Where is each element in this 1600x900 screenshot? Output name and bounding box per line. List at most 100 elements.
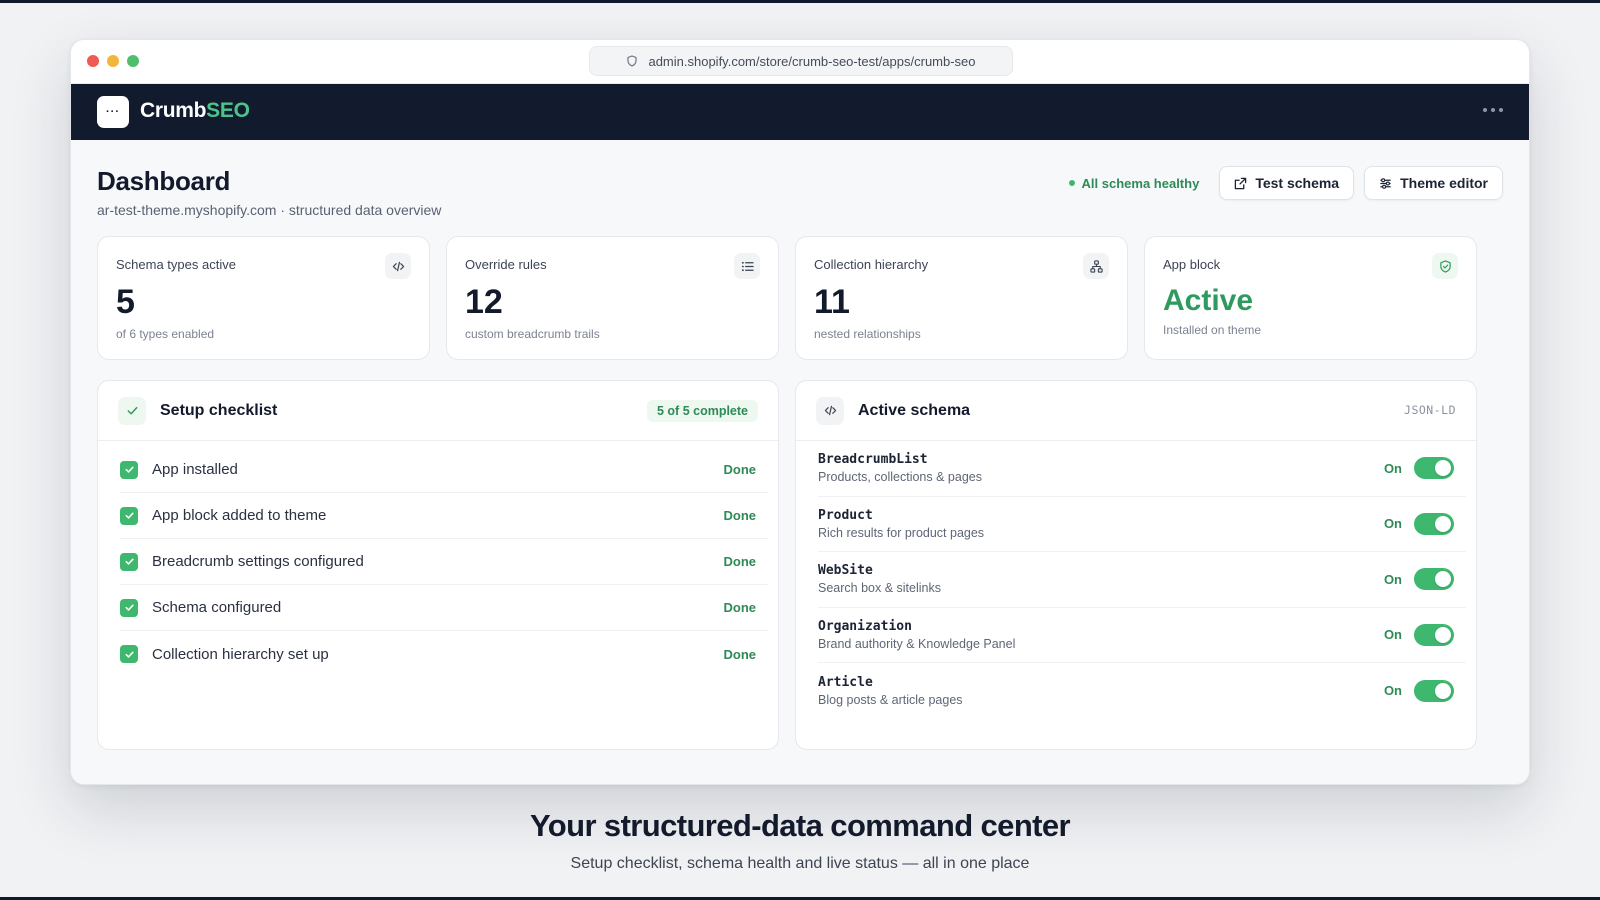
checklist-item-status: Done [723,554,757,569]
toggle-knob [1435,460,1451,477]
toggle-knob [1435,571,1451,588]
stat-label: App block [1163,257,1221,272]
theme-editor-button[interactable]: Theme editor [1364,166,1503,200]
brand-name: CrumbSEO [140,99,250,123]
url-text: admin.shopify.com/store/crumb-seo-test/a… [648,53,976,69]
stat-label: Schema types active [116,257,236,272]
stat-value: 11 [814,283,850,321]
checklist-item-status: Done [723,646,757,662]
test-schema-button[interactable]: Test schema [1219,166,1355,200]
schema-text: Article Blog posts & article pages [818,675,1384,707]
schema-row-website: WebSite Search box & sitelinks On [818,552,1466,608]
toggle-state-label: On [1383,516,1402,532]
checklist-title: Setup checklist [160,401,278,419]
schema-items: BreadcrumbList Products, collections & p… [796,441,1476,719]
schema-row-article: Article Blog posts & article pages On [818,663,1466,719]
schema-desc: Products, collections & pages [818,470,982,485]
minimize-window-button[interactable] [107,55,119,67]
schema-toggle[interactable] [1414,568,1454,591]
schema-name: Product [818,507,873,523]
brand-name-part1: Crumb [140,99,207,122]
page-title: Dashboard [97,166,231,196]
checklist-item-status: Done [723,600,757,615]
app-header-bar: ··· CrumbSEO [71,84,1529,140]
schema-row-breadcrumblist: BreadcrumbList Products, collections & p… [818,441,1466,497]
maximize-window-button[interactable] [127,55,139,67]
schema-name: Article [818,674,873,690]
schema-text: Organization Brand authority & Knowledge… [818,619,1384,651]
sliders-icon [1380,177,1391,189]
schema-format-tag: JSON-LD [1404,403,1456,417]
schema-toggle[interactable] [1414,512,1454,535]
more-options-icon[interactable] [1483,108,1505,116]
schema-health-label: All schema healthy [1081,175,1200,191]
stat-label: Override rules [465,257,547,272]
stat-sub: custom breadcrumb trails [465,327,600,342]
schema-row-product: Product Rich results for product pages O… [818,497,1466,552]
toggle-state-label: On [1383,683,1402,699]
checkbox-checked-icon[interactable] [120,552,138,571]
checkbox-checked-icon[interactable] [120,460,138,479]
stat-sub: nested relationships [814,327,921,342]
app-block-status: Active [1163,284,1254,317]
checklist-item[interactable]: App installed Done [120,447,768,493]
close-window-button[interactable] [87,55,99,67]
stat-value: 12 [465,283,503,321]
toggle-state-label: On [1383,627,1402,643]
schema-health-status: All schema healthy [1068,175,1200,191]
schema-row-organization: Organization Brand authority & Knowledge… [818,608,1466,663]
schema-title: Active schema [858,401,971,419]
schema-desc: Blog posts & article pages [818,692,963,707]
stat-card-collection-hierarchy: Collection hierarchy 11 nested relations… [795,236,1128,360]
external-link-icon [1235,177,1247,189]
completion-badge: 5 of 5 complete [647,400,758,422]
checkbox-checked-icon[interactable] [120,645,138,663]
browser-chrome: admin.shopify.com/store/crumb-seo-test/a… [71,40,1529,84]
checkbox-checked-icon[interactable] [120,506,138,525]
code-icon [816,396,844,425]
checkbox-checked-icon[interactable] [120,598,138,617]
schema-desc: Brand authority & Knowledge Panel [818,636,1016,651]
checklist-item[interactable]: App block added to theme Done [120,493,768,539]
stat-card-schema-types: Schema types active 5 of 6 types enabled [97,236,430,360]
schema-desc: Search box & sitelinks [818,581,941,596]
stat-label: Collection hierarchy [814,257,929,272]
code-icon [385,253,411,279]
top-edge-strip [0,0,1600,3]
schema-header: Active schema JSON-LD [796,381,1476,441]
checklist-item[interactable]: Schema configured Done [120,585,768,631]
toggle-knob [1435,626,1451,643]
address-bar[interactable]: admin.shopify.com/store/crumb-seo-test/a… [589,46,1013,76]
schema-toggle[interactable] [1414,679,1454,702]
stat-cards: Schema types active 5 of 6 types enabled… [97,236,1477,360]
schema-toggle[interactable] [1414,623,1454,646]
theme-editor-label: Theme editor [1400,175,1488,191]
stat-card-override-rules: Override rules 12 custom breadcrumb trai… [446,236,779,360]
app-logo: ··· [97,96,129,128]
toggle-state-label: On [1383,571,1402,587]
checklist-header: Setup checklist 5 of 5 complete [98,381,778,441]
caption-subtitle: Setup checklist, schema health and live … [570,855,1030,872]
checklist-item-label: Breadcrumb settings configured [152,553,364,570]
toggle-state-label: On [1383,460,1402,476]
schema-toggle[interactable] [1414,457,1454,480]
checklist-item-label: App block added to theme [152,507,327,524]
stat-sub: of 6 types enabled [116,327,215,342]
checklist-item-status: Done [723,508,757,523]
toggle-knob [1435,682,1451,699]
list-icon [734,253,760,279]
active-schema-panel: Active schema JSON-LD BreadcrumbList Pro… [795,380,1477,750]
checklist-item-status: Done [723,462,757,477]
checklist-items: App installed Done App block added to th… [98,441,778,677]
schema-name: Organization [818,618,912,634]
checklist-item[interactable]: Collection hierarchy set up Done [120,631,768,677]
schema-text: Product Rich results for product pages [818,508,1384,540]
checklist-item-label: Collection hierarchy set up [152,645,329,663]
checklist-item[interactable]: Breadcrumb settings configured Done [120,539,768,585]
hierarchy-icon [1083,253,1109,279]
schema-text: WebSite Search box & sitelinks [818,563,1384,595]
schema-name: BreadcrumbList [818,452,928,468]
shield-check-icon [1432,253,1458,279]
stat-value: 5 [116,283,135,321]
test-schema-label: Test schema [1255,175,1340,191]
